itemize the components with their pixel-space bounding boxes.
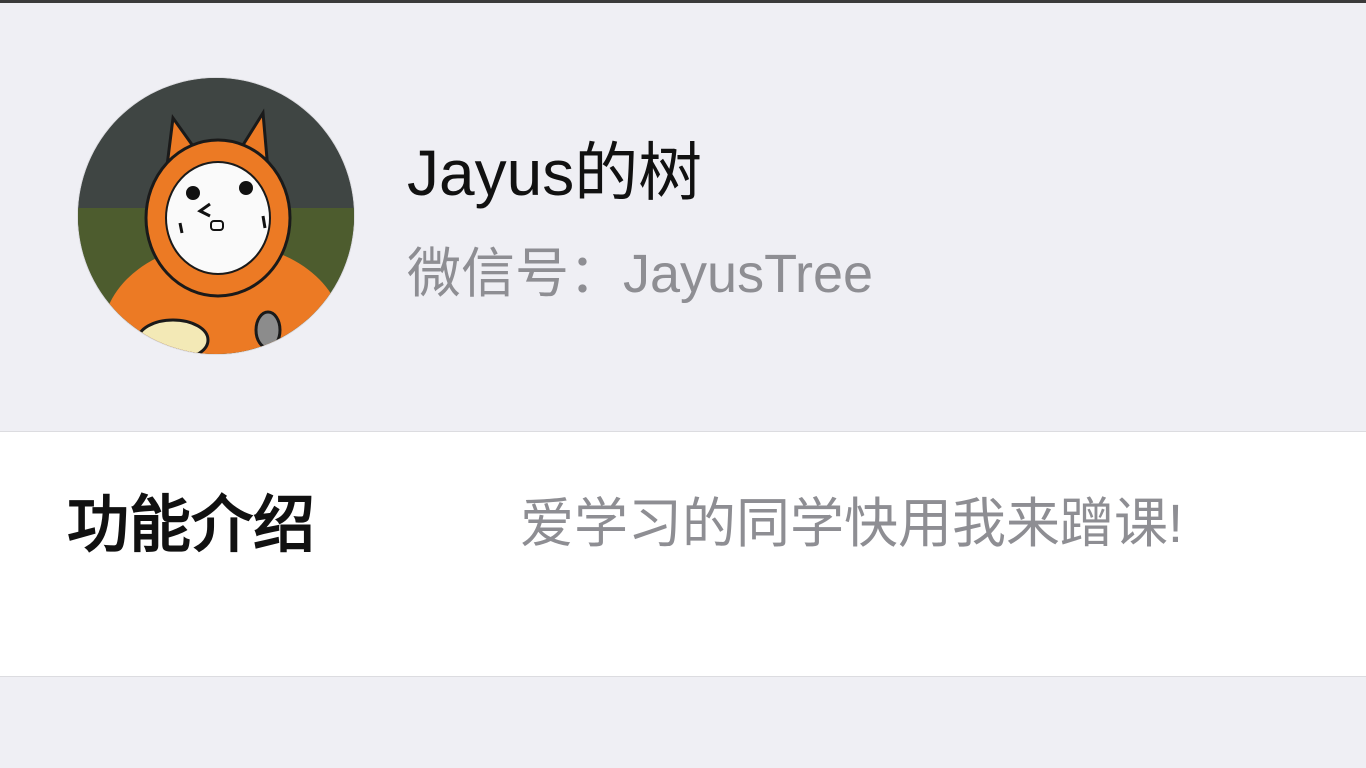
wechat-id-row: 微信号：JayusTree xyxy=(407,241,873,307)
function-intro-text: 爱学习的同学快用我来蹭课! xyxy=(520,494,1184,554)
function-intro-label: 功能介绍 xyxy=(67,491,316,560)
avatar[interactable] xyxy=(78,78,354,354)
cartoon-alpaca-avatar-icon xyxy=(78,78,354,354)
wechat-id-label: 微信号： xyxy=(407,244,623,304)
account-name: Jayus的树 xyxy=(407,137,703,209)
bottom-spacer xyxy=(0,677,1366,768)
function-intro-row: 功能介绍 爱学习的同学快用我来蹭课! xyxy=(0,431,1366,677)
profile-header: Jayus的树 微信号：JayusTree xyxy=(0,3,1366,431)
wechat-id-value: JayusTree xyxy=(623,244,874,304)
